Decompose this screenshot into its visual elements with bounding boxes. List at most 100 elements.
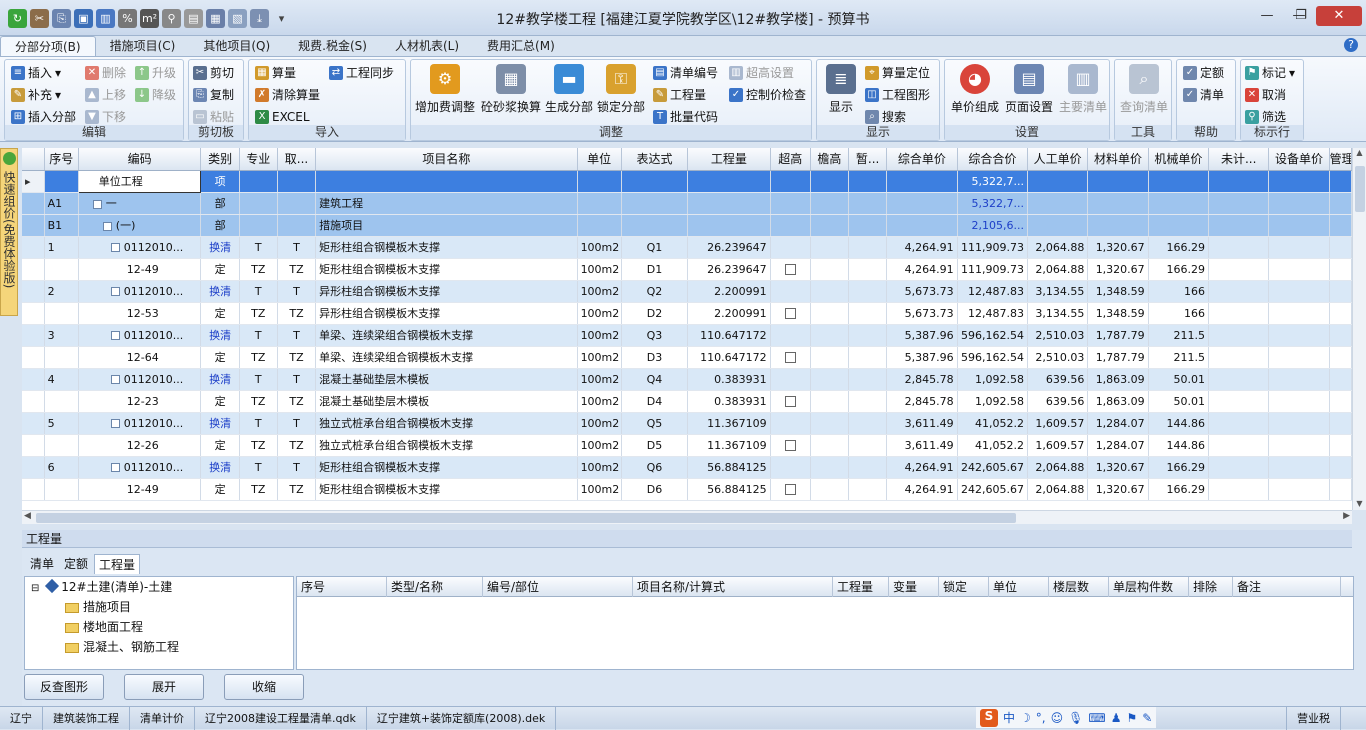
cell-total[interactable]: 5,322,7...: [957, 192, 1029, 215]
cell-up[interactable]: [886, 214, 958, 237]
cell-mat[interactable]: 1,320.67: [1087, 456, 1149, 479]
cell-seq[interactable]: 2: [44, 280, 79, 303]
cell-uncalc[interactable]: [1208, 434, 1270, 457]
cell-cat[interactable]: 定: [200, 478, 240, 501]
mic-icon[interactable]: 🎙︎: [1068, 711, 1083, 725]
excel-button[interactable]: X EXCEL: [255, 107, 310, 127]
col-header[interactable]: 人工单价: [1027, 148, 1089, 171]
cell-take[interactable]: T: [277, 412, 317, 435]
cell-total[interactable]: 12,487.83: [957, 280, 1029, 303]
col-header[interactable]: 工程量: [687, 148, 771, 171]
cell-expr[interactable]: Q2: [621, 280, 689, 303]
cell-lab[interactable]: 1,609.57: [1027, 412, 1089, 435]
cell-code[interactable]: 12-26: [78, 434, 202, 457]
scroll-right-icon[interactable]: ▶: [1343, 511, 1350, 521]
cell-expr[interactable]: D6: [621, 478, 689, 501]
cell-tmp[interactable]: [848, 412, 888, 435]
cell-tmp[interactable]: [848, 478, 888, 501]
downgrade-button[interactable]: ↓ 降级: [135, 85, 176, 105]
cell-equip[interactable]: [1268, 434, 1330, 457]
cell-lab[interactable]: 2,064.88: [1027, 236, 1089, 259]
cell-spec[interactable]: TZ: [239, 346, 278, 369]
cell-qty[interactable]: 2.200991: [687, 280, 771, 303]
cell-equip[interactable]: [1268, 258, 1330, 281]
cell-uncalc[interactable]: [1208, 214, 1270, 237]
cell-eave[interactable]: [810, 456, 850, 479]
col-header[interactable]: 机械单价: [1148, 148, 1210, 171]
cell-unit[interactable]: 100m2: [577, 456, 622, 479]
tab-cuoshi[interactable]: 措施项目(C): [96, 36, 190, 56]
sync-button[interactable]: ⇄ 工程同步: [329, 63, 394, 83]
cell-up[interactable]: 3,611.49: [886, 434, 958, 457]
quota-row[interactable]: 12-26 定 TZ TZ 独立式桩承台组合钢模板木支撑 100m2 D5 11.367109…: [22, 434, 1352, 457]
cell-expr[interactable]: D3: [621, 346, 689, 369]
row-indicator[interactable]: [22, 302, 45, 325]
cell-mgmt[interactable]: [1329, 280, 1352, 303]
col-header[interactable]: 表达式: [621, 148, 689, 171]
cell-mgmt[interactable]: [1329, 434, 1352, 457]
expand-button[interactable]: 展开: [124, 674, 204, 700]
cell-mat[interactable]: [1087, 170, 1149, 193]
tree-collapse-icon[interactable]: [110, 463, 120, 472]
cell-up[interactable]: [886, 192, 958, 215]
cell-equip[interactable]: [1268, 456, 1330, 479]
cell-spec[interactable]: T: [239, 280, 278, 303]
cell-up[interactable]: 5,387.96: [886, 324, 958, 347]
cell-eave[interactable]: [810, 346, 850, 369]
cell-cat[interactable]: 部: [200, 192, 240, 215]
cell-hi[interactable]: [770, 478, 811, 501]
cell-code[interactable]: 0112010...: [78, 236, 202, 259]
quota-help-button[interactable]: ✓ 定额: [1183, 63, 1224, 83]
cell-name[interactable]: 矩形柱组合钢模板木支撑: [315, 478, 578, 501]
move-up-button[interactable]: ▲ 上移: [85, 85, 126, 105]
cell-hi[interactable]: [770, 192, 811, 215]
tree-node-concrete[interactable]: 混凝土、钢筋工程: [25, 637, 293, 657]
list-code-button[interactable]: ▤ 清单编号: [653, 63, 718, 83]
cell-spec[interactable]: TZ: [239, 302, 278, 325]
cell-take[interactable]: TZ: [277, 390, 317, 413]
cell-unit[interactable]: 100m2: [577, 258, 622, 281]
moon-icon[interactable]: ☽: [1020, 711, 1031, 725]
cell-total[interactable]: 242,605.67: [957, 478, 1029, 501]
row-indicator[interactable]: [22, 346, 45, 369]
cell-uncalc[interactable]: [1208, 280, 1270, 303]
cell-mat[interactable]: 1,284.07: [1087, 412, 1149, 435]
cell-cat[interactable]: 换清: [200, 324, 240, 347]
cell-spec[interactable]: T: [239, 368, 278, 391]
supplement-button[interactable]: ✎ 补充 ▾: [11, 85, 61, 105]
tab-feiyong[interactable]: 费用汇总(M): [473, 36, 569, 56]
cell-seq[interactable]: 5: [44, 412, 79, 435]
cell-name[interactable]: 矩形柱组合钢模板木支撑: [315, 258, 578, 281]
cell-expr[interactable]: Q4: [621, 368, 689, 391]
cell-hi[interactable]: [770, 434, 811, 457]
cell-expr[interactable]: Q3: [621, 324, 689, 347]
list-row[interactable]: 1 0112010... 换清 T T 矩形柱组合钢模板木支撑 100m2 Q1 26.2396…: [22, 236, 1352, 259]
row-indicator[interactable]: [22, 280, 45, 303]
cell-name[interactable]: 措施项目: [315, 214, 578, 237]
row-indicator[interactable]: [22, 412, 45, 435]
cell-name[interactable]: 异形柱组合钢模板木支撑: [315, 280, 578, 303]
cell-spec[interactable]: [239, 170, 278, 193]
cell-tmp[interactable]: [848, 434, 888, 457]
cell-spec[interactable]: T: [239, 412, 278, 435]
cell-eave[interactable]: [810, 258, 850, 281]
query-list-button[interactable]: ⌕ 查询清单: [1117, 64, 1171, 115]
cell-mach[interactable]: [1148, 170, 1210, 193]
quota-row[interactable]: 12-53 定 TZ TZ 异形柱组合钢模板木支撑 100m2 D2 2.200991 5,67…: [22, 302, 1352, 325]
cell-mach[interactable]: 144.86: [1148, 412, 1210, 435]
cell-name[interactable]: 建筑工程: [315, 192, 578, 215]
cell-seq[interactable]: 3: [44, 324, 79, 347]
cell-mat[interactable]: 1,348.59: [1087, 280, 1149, 303]
vertical-scroll-thumb[interactable]: [1355, 166, 1365, 212]
row-indicator[interactable]: [22, 456, 45, 479]
cell-cat[interactable]: 换清: [200, 368, 240, 391]
cell-lab[interactable]: 2,064.88: [1027, 258, 1089, 281]
cell-lab[interactable]: 3,134.55: [1027, 302, 1089, 325]
cell-mgmt[interactable]: [1329, 236, 1352, 259]
keyboard-icon[interactable]: ⌨: [1088, 711, 1105, 725]
cell-eave[interactable]: [810, 478, 850, 501]
cell-cat[interactable]: 换清: [200, 412, 240, 435]
cell-lab[interactable]: 639.56: [1027, 368, 1089, 391]
cell-total[interactable]: 12,487.83: [957, 302, 1029, 325]
cell-up[interactable]: 5,673.73: [886, 302, 958, 325]
